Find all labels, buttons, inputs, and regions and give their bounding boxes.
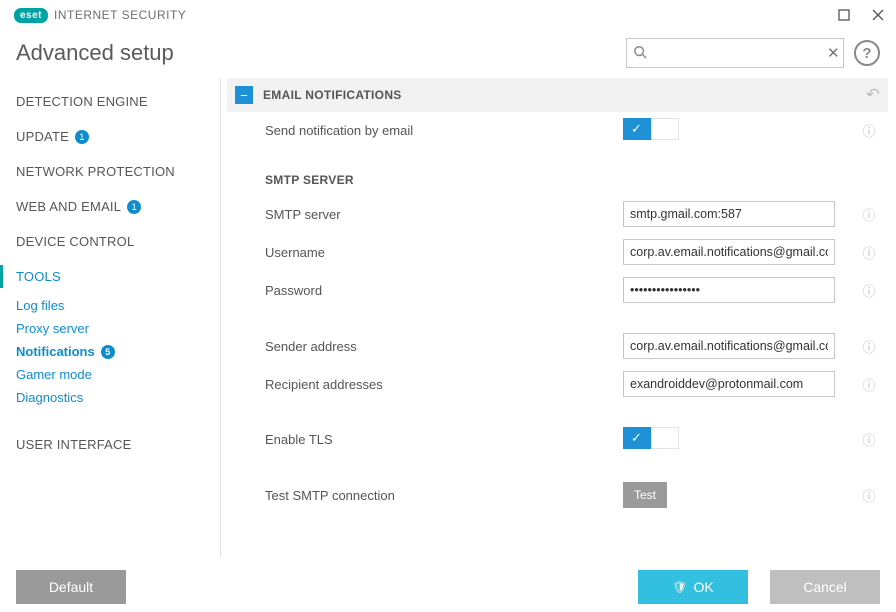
sidebar-item-web-and-email[interactable]: WEB AND EMAIL1 [0, 189, 220, 224]
sidebar-item-user-interface[interactable]: USER INTERFACE [0, 427, 220, 462]
sidebar-item-tools[interactable]: TOOLS [0, 259, 220, 294]
send-notification-toggle[interactable]: ✓ [623, 118, 679, 140]
sidebar-item-update[interactable]: UPDATE1 [0, 119, 220, 154]
info-icon[interactable]: ⓘ [858, 281, 880, 300]
collapse-icon[interactable]: − [235, 86, 253, 104]
send-notification-label: Send notification by email [265, 123, 623, 138]
info-icon[interactable]: ⓘ [858, 375, 880, 394]
default-button[interactable]: Default [16, 570, 126, 604]
section-header: − EMAIL NOTIFICATIONS ↶ [227, 78, 888, 112]
sidebar-sub-gamer-mode[interactable]: Gamer mode [16, 363, 220, 386]
smtp-server-label: SMTP server [265, 207, 623, 222]
shield-icon: 🛡 [672, 580, 687, 594]
close-icon[interactable] [870, 7, 886, 23]
reset-section-icon[interactable]: ↶ [866, 85, 880, 105]
sidebar-sub-notifications[interactable]: Notifications5 [16, 340, 220, 363]
search-icon [633, 45, 647, 62]
enable-tls-label: Enable TLS [265, 432, 623, 447]
test-button[interactable]: Test [623, 482, 667, 508]
password-label: Password [265, 283, 623, 298]
info-icon[interactable]: ⓘ [858, 121, 880, 140]
footer: Default 🛡OK Cancel [0, 562, 896, 612]
titlebar: eset INTERNET SECURITY [0, 0, 896, 28]
info-icon[interactable]: ⓘ [858, 486, 880, 505]
search-clear-icon[interactable]: ✕ [827, 44, 840, 62]
sidebar-item-network-protection[interactable]: NETWORK PROTECTION [0, 154, 220, 189]
username-label: Username [265, 245, 623, 260]
info-icon[interactable]: ⓘ [858, 243, 880, 262]
sidebar-sub-log-files[interactable]: Log files [16, 294, 220, 317]
sidebar-item-device-control[interactable]: DEVICE CONTROL [0, 224, 220, 259]
section-title: EMAIL NOTIFICATIONS [263, 88, 402, 102]
search-box[interactable]: ✕ [626, 38, 844, 68]
badge: 5 [101, 345, 115, 359]
badge: 1 [75, 130, 89, 144]
header: Advanced setup ✕ ? [0, 28, 896, 78]
test-smtp-label: Test SMTP connection [265, 488, 623, 503]
recipient-addresses-label: Recipient addresses [265, 377, 623, 392]
maximize-icon[interactable] [836, 7, 852, 23]
enable-tls-toggle[interactable]: ✓ [623, 427, 679, 449]
recipient-addresses-input[interactable] [623, 371, 835, 397]
info-icon[interactable]: ⓘ [858, 430, 880, 449]
cancel-button[interactable]: Cancel [770, 570, 880, 604]
help-icon[interactable]: ? [854, 40, 880, 66]
sender-address-label: Sender address [265, 339, 623, 354]
sidebar-sub-diagnostics[interactable]: Diagnostics [16, 386, 220, 409]
smtp-server-heading: SMTP SERVER [227, 149, 888, 195]
ok-button[interactable]: 🛡OK [638, 570, 748, 604]
brand-logo: eset [14, 8, 48, 23]
badge: 1 [127, 200, 141, 214]
sidebar-item-detection-engine[interactable]: DETECTION ENGINE [0, 84, 220, 119]
page-title: Advanced setup [16, 40, 174, 66]
divider [220, 78, 221, 558]
product-name: INTERNET SECURITY [54, 8, 186, 22]
info-icon[interactable]: ⓘ [858, 337, 880, 356]
sidebar-sub-proxy-server[interactable]: Proxy server [16, 317, 220, 340]
password-input[interactable] [623, 277, 835, 303]
sidebar: DETECTION ENGINE UPDATE1 NETWORK PROTECT… [0, 78, 220, 558]
sender-address-input[interactable] [623, 333, 835, 359]
search-input[interactable] [651, 46, 827, 61]
content-panel: − EMAIL NOTIFICATIONS ↶ Send notificatio… [227, 78, 896, 558]
info-icon[interactable]: ⓘ [858, 205, 880, 224]
smtp-server-input[interactable] [623, 201, 835, 227]
username-input[interactable] [623, 239, 835, 265]
